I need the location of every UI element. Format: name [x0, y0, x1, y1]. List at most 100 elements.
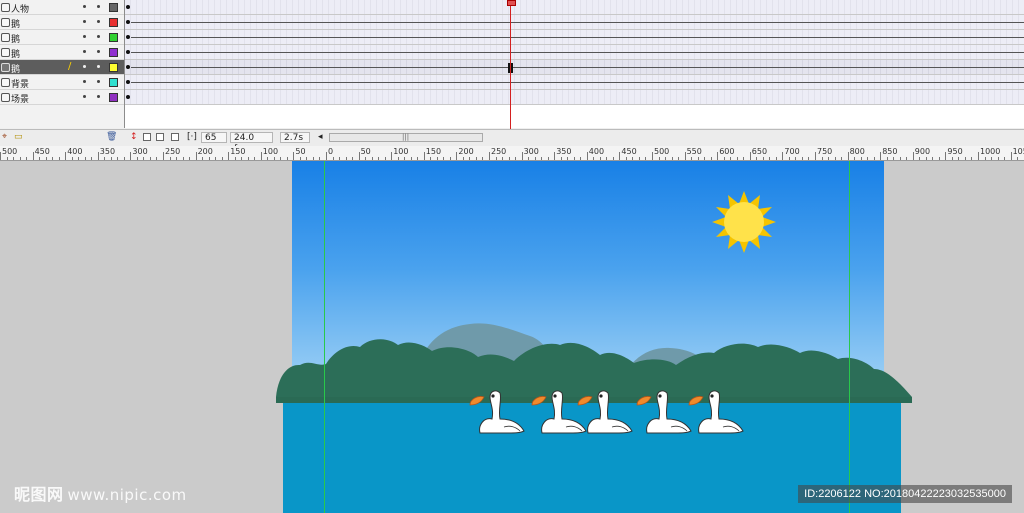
tree-line [276, 339, 912, 403]
ruler-minor-tick [312, 157, 314, 160]
layer-row[interactable]: 鹅 [0, 45, 124, 60]
onion-skin-icon[interactable] [143, 133, 151, 141]
playhead[interactable] [510, 0, 511, 129]
ruler-tick [619, 152, 621, 160]
ruler-label: 100 [393, 147, 409, 156]
ruler-minor-tick [52, 157, 54, 160]
ruler-minor-tick [645, 157, 647, 160]
layer-row[interactable]: 鹅 [0, 30, 124, 45]
frame-row[interactable] [125, 60, 1024, 75]
frame-row[interactable] [125, 0, 1024, 15]
layer-row[interactable]: 鹅 [0, 15, 124, 30]
ruler-tick [717, 152, 719, 160]
guide-line-left[interactable] [324, 161, 325, 513]
ruler-tick [880, 152, 882, 160]
ruler-minor-tick [6, 157, 8, 160]
lock-dot-icon[interactable] [97, 20, 100, 23]
modify-onion-markers-icon[interactable]: [·] [187, 132, 197, 143]
layer-color-swatch[interactable] [109, 3, 118, 12]
keyframe-icon[interactable] [126, 95, 130, 99]
ruler-minor-tick [567, 157, 569, 160]
ruler-label: 700 [784, 147, 800, 156]
ruler-minor-tick [775, 157, 777, 160]
ruler-tick [978, 152, 979, 160]
scrollbar-grip[interactable]: ||| [402, 133, 409, 141]
ruler-minor-tick [534, 157, 536, 160]
keyframe-icon[interactable] [126, 65, 130, 69]
edit-multiple-frames-icon[interactable] [171, 133, 179, 141]
layer-color-swatch[interactable] [109, 93, 118, 102]
ruler-minor-tick [632, 157, 634, 160]
layer-list: 人物鹅鹅鹅鹅 / 背景 场景 [0, 0, 125, 128]
visibility-dot-icon[interactable] [83, 5, 86, 8]
ruler-minor-tick [384, 157, 386, 160]
timeline-scrollbar[interactable]: ||| [329, 133, 483, 142]
lock-dot-icon[interactable] [97, 65, 100, 68]
ruler-minor-tick [378, 157, 380, 160]
lock-dot-icon[interactable] [97, 50, 100, 53]
ruler-minor-tick [13, 157, 15, 160]
layer-color-swatch[interactable] [109, 48, 118, 57]
keyframe-icon[interactable] [126, 80, 130, 84]
ruler-minor-tick [756, 157, 758, 160]
frame-row[interactable] [125, 90, 1024, 105]
visibility-dot-icon[interactable] [83, 50, 86, 53]
visibility-dot-icon[interactable] [83, 80, 86, 83]
lock-dot-icon[interactable] [97, 95, 100, 98]
scroll-left-icon[interactable]: ◂ [318, 132, 323, 143]
ruler-minor-tick [528, 157, 530, 160]
ruler-minor-tick [795, 157, 797, 160]
frame-grid[interactable] [125, 0, 1024, 128]
guide-line-right[interactable] [849, 161, 850, 513]
watermark-brand: 昵图网 [14, 485, 64, 504]
layer-row[interactable]: 鹅 / [0, 60, 124, 75]
keyframe-icon[interactable] [126, 20, 130, 24]
tween-line [131, 82, 1024, 83]
delete-layer-icon[interactable]: 🗑 [106, 132, 117, 143]
ruler-minor-tick [573, 157, 575, 160]
center-frame-icon[interactable]: ↕ [130, 132, 138, 143]
visibility-dot-icon[interactable] [83, 35, 86, 38]
ruler-minor-tick [958, 157, 960, 160]
frame-row[interactable] [125, 30, 1024, 45]
lock-dot-icon[interactable] [97, 80, 100, 83]
ruler-label: 300 [523, 147, 539, 156]
layer-color-swatch[interactable] [109, 18, 118, 27]
ruler-minor-tick [136, 157, 138, 160]
ruler-minor-tick [1004, 157, 1006, 160]
ruler-label: 450 [34, 147, 50, 156]
layer-color-swatch[interactable] [109, 78, 118, 87]
frame-row[interactable] [125, 45, 1024, 60]
keyframe-icon[interactable] [126, 5, 130, 9]
lock-dot-icon[interactable] [97, 5, 100, 8]
add-folder-icon[interactable]: ▭ [14, 132, 23, 143]
keyframe-icon[interactable] [126, 35, 130, 39]
ruler-tick [260, 152, 262, 160]
stage-area[interactable]: 昵图网 www.nipic.com ID:2206122 NO:201804222… [0, 161, 1024, 513]
visibility-dot-icon[interactable] [83, 65, 86, 68]
layer-color-swatch[interactable] [109, 63, 118, 72]
layer-color-swatch[interactable] [109, 33, 118, 42]
lock-dot-icon[interactable] [97, 35, 100, 38]
ruler-tick [456, 152, 458, 160]
layer-row[interactable]: 人物 [0, 0, 124, 15]
visibility-dot-icon[interactable] [83, 20, 86, 23]
onion-outline-icon[interactable] [156, 133, 164, 141]
visibility-dot-icon[interactable] [83, 95, 86, 98]
keyframe-icon[interactable] [126, 50, 130, 54]
layer-row[interactable]: 背景 [0, 75, 124, 90]
add-layer-icon[interactable]: ⌖ [2, 132, 7, 143]
ruler-minor-tick [469, 157, 471, 160]
frame-row[interactable] [125, 15, 1024, 30]
frame-row[interactable] [125, 75, 1024, 90]
ruler-minor-tick [149, 157, 151, 160]
tween-line [131, 67, 1024, 68]
playhead-handle[interactable] [507, 0, 516, 6]
layer-name: 鹅 [11, 65, 21, 75]
ruler-minor-tick [925, 157, 927, 160]
layer-row[interactable]: 场景 [0, 90, 124, 105]
ruler-minor-tick [821, 157, 823, 160]
frame-rate-field[interactable]: 24.0 fps [230, 132, 273, 154]
ruler-label: 350 [556, 147, 572, 156]
ruler-tick [945, 152, 947, 160]
